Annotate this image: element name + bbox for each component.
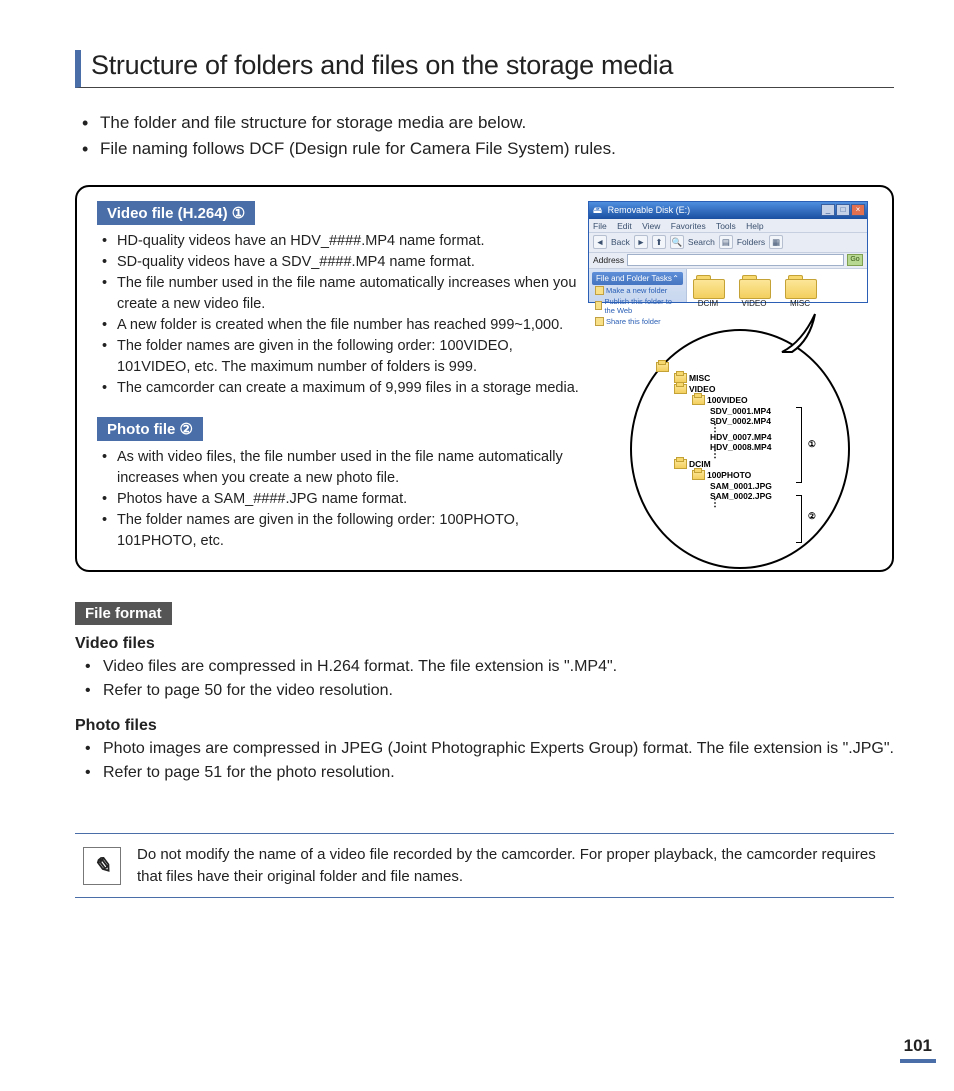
list-item: The folder names are given in the follow…: [117, 510, 582, 552]
list-item: The camcorder can create a maximum of 9,…: [117, 378, 582, 399]
tree-label: VIDEO: [689, 384, 715, 394]
task-header: File and Folder Tasks⌃: [592, 272, 683, 285]
tree-label: 100VIDEO: [707, 395, 748, 405]
menu-item: Tools: [716, 221, 736, 231]
folder-item: MISC: [785, 275, 815, 308]
photo-files-list: Photo images are compressed in JPEG (Joi…: [75, 737, 894, 785]
folder-item: VIDEO: [739, 275, 769, 308]
folder-icon: [656, 362, 669, 372]
speech-tail: [780, 312, 820, 354]
window-title: Removable Disk (E:): [608, 205, 691, 215]
forward-icon: ►: [634, 235, 648, 249]
menu-item: File: [593, 221, 607, 231]
list-item: The file number used in the file name au…: [117, 273, 582, 315]
photo-file-heading: Photo file ②: [97, 417, 203, 441]
photo-files-heading: Photo files: [75, 717, 894, 735]
list-item: Refer to page 50 for the video resolutio…: [103, 679, 894, 703]
tree-file: SAM_0001.JPG: [656, 481, 772, 491]
intro-item: The folder and file structure for storag…: [100, 110, 894, 136]
video-files-list: Video files are compressed in H.264 form…: [75, 655, 894, 703]
search-label: Search: [688, 237, 715, 247]
up-icon: ⬆: [652, 235, 666, 249]
collapse-icon: ⌃: [672, 274, 679, 283]
folder-icon: [674, 459, 687, 469]
tree-label: MISC: [689, 373, 710, 383]
page-number: 101: [900, 1036, 936, 1063]
list-item: SD-quality videos have a SDV_####.MP4 na…: [117, 252, 582, 273]
file-format-heading: File format: [75, 602, 172, 625]
maximize-icon: □: [836, 204, 850, 216]
back-icon: ◄: [593, 235, 607, 249]
address-input: [627, 254, 844, 266]
list-item: A new folder is created when the file nu…: [117, 315, 582, 336]
list-item: Photos have a SAM_####.JPG name format.: [117, 489, 582, 510]
back-label: Back: [611, 237, 630, 247]
note-row: ✎ Do not modify the name of a video file…: [75, 833, 894, 899]
video-file-list: HD-quality videos have an HDV_####.MP4 n…: [97, 231, 582, 399]
folder-item: DCIM: [693, 275, 723, 308]
list-item: Refer to page 51 for the photo resolutio…: [103, 761, 894, 785]
menu-item: Help: [746, 221, 763, 231]
page-title: Structure of folders and files on the st…: [75, 50, 894, 88]
folders-label: Folders: [737, 237, 765, 247]
note-text: Do not modify the name of a video file r…: [137, 844, 886, 888]
list-item: Photo images are compressed in JPEG (Joi…: [103, 737, 894, 761]
folder-pane: DCIM VIDEO MISC: [687, 269, 867, 302]
list-item: As with video files, the file number use…: [117, 447, 582, 489]
window-titlebar: Removable Disk (E:) _ □ ×: [589, 202, 867, 219]
menu-item: View: [642, 221, 660, 231]
intro-list: The folder and file structure for storag…: [75, 110, 894, 163]
close-icon: ×: [851, 204, 865, 216]
menu-item: Favorites: [671, 221, 706, 231]
folder-tree: MISC VIDEO 100VIDEO SDV_0001.MP4 SDV_000…: [656, 361, 772, 507]
list-item: HD-quality videos have an HDV_####.MP4 n…: [117, 231, 582, 252]
address-bar: Address Go: [589, 253, 867, 269]
task-item: Make a new folder: [592, 285, 683, 296]
search-icon: 🔍: [670, 235, 684, 249]
tree-file: SDV_0001.MP4: [656, 406, 772, 416]
video-files-heading: Video files: [75, 635, 894, 653]
main-box: Video file (H.264) ① HD-quality videos h…: [75, 185, 894, 572]
views-icon: ▦: [769, 235, 783, 249]
note-icon: ✎: [83, 847, 121, 885]
folder-icon: [674, 384, 687, 394]
callout-1: ①: [808, 439, 816, 450]
folder-icon: [692, 395, 705, 405]
minimize-icon: _: [821, 204, 835, 216]
folders-icon: ▤: [719, 235, 733, 249]
folder-icon: [785, 275, 815, 297]
tree-label: 100PHOTO: [707, 470, 751, 480]
explorer-window: Removable Disk (E:) _ □ × File Edit View…: [588, 201, 868, 303]
speech-bubble: MISC VIDEO 100VIDEO SDV_0001.MP4 SDV_000…: [630, 329, 850, 569]
ellipsis-icon: ⋮: [656, 452, 772, 458]
folder-icon: [693, 275, 723, 297]
callout-2: ②: [808, 511, 816, 522]
menu-item: Edit: [617, 221, 632, 231]
task-item: Share this folder: [592, 316, 683, 327]
task-item: Publish this folder to the Web: [592, 296, 683, 316]
folder-illustration: Removable Disk (E:) _ □ × File Edit View…: [588, 201, 878, 581]
list-item: The folder names are given in the follow…: [117, 336, 582, 378]
photo-file-list: As with video files, the file number use…: [97, 447, 582, 552]
folder-icon: [739, 275, 769, 297]
ellipsis-icon: ⋮: [656, 501, 772, 507]
video-file-heading: Video file (H.264) ①: [97, 201, 255, 225]
folder-icon: [692, 470, 705, 480]
toolbar: ◄ Back ► ⬆ 🔍 Search ▤ Folders ▦: [589, 233, 867, 253]
menu-bar: File Edit View Favorites Tools Help: [589, 219, 867, 233]
file-format-section: File format Video files Video files are …: [75, 602, 894, 785]
task-panel: File and Folder Tasks⌃ Make a new folder…: [589, 269, 687, 302]
address-label: Address: [593, 255, 624, 265]
list-item: Video files are compressed in H.264 form…: [103, 655, 894, 679]
go-button: Go: [847, 254, 863, 266]
tree-file: HDV_0007.MP4: [656, 432, 772, 442]
intro-item: File naming follows DCF (Design rule for…: [100, 136, 894, 162]
